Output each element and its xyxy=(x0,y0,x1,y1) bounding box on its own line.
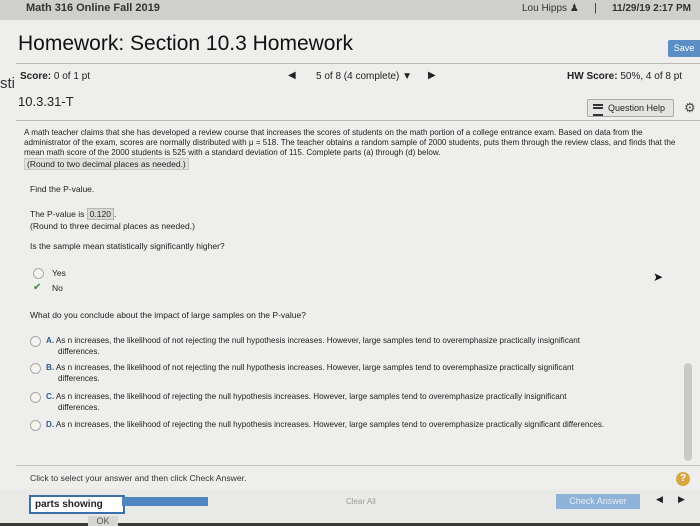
mouse-cursor-icon: ➤ xyxy=(653,270,664,284)
conclude-question: What do you conclude about the impact of… xyxy=(30,310,306,320)
pvalue-answer-box[interactable]: 0.120 xyxy=(86,208,114,220)
list-icon xyxy=(593,104,603,116)
hw-score: HW Score: 50%, 4 of 8 pt xyxy=(567,71,683,82)
save-button[interactable]: Save xyxy=(668,40,700,57)
question-id: 10.3.31-T xyxy=(18,94,74,109)
bottom-navigator: ◀ ▶ xyxy=(648,494,692,509)
question-help-button[interactable]: Question Help xyxy=(587,99,674,117)
parts-showing-button[interactable]: parts showing xyxy=(29,495,125,514)
page-title: Homework: Section 10.3 Homework xyxy=(18,32,353,55)
option-b-radio[interactable] xyxy=(30,363,41,374)
check-answer-button[interactable]: Check Answer xyxy=(556,494,640,509)
find-pvalue-text: Find the P-value. xyxy=(30,184,95,194)
problem-statement: A math teacher claims that she has devel… xyxy=(24,128,676,157)
question-selector[interactable]: 5 of 8 (4 complete) ▼ xyxy=(316,71,412,82)
yes-radio[interactable] xyxy=(33,268,44,279)
pvalue-line: The P-value is 0.120. xyxy=(30,208,117,220)
option-d[interactable]: D. As n increases, the likelihood of rej… xyxy=(46,419,686,430)
option-c[interactable]: C. As n increases, the likelihood of rej… xyxy=(46,391,686,413)
divider xyxy=(16,63,700,64)
scrollbar[interactable] xyxy=(684,363,692,461)
instruction-hint: Click to select your answer and then cli… xyxy=(30,473,247,483)
help-icon[interactable]: ? xyxy=(676,472,690,486)
prev-button[interactable]: ◀ xyxy=(656,494,663,505)
option-b[interactable]: B. As n increases, the likelihood of not… xyxy=(46,362,686,384)
option-d-radio[interactable] xyxy=(30,420,41,431)
browser-header-bar: Math 316 Online Fall 2019 Lou Hipps ♟ | … xyxy=(0,0,700,21)
prev-question-button[interactable]: ◀ xyxy=(288,70,296,81)
question-navigator: ◀ 5 of 8 (4 complete) ▼ ▶ xyxy=(288,70,438,86)
significance-question: Is the sample mean statistically signifi… xyxy=(30,241,225,251)
header-datetime: 11/29/19 2:17 PM xyxy=(612,3,691,14)
user-name[interactable]: Lou Hipps ♟ xyxy=(522,3,579,14)
no-label: No xyxy=(52,283,63,293)
score-display: Score: 0 of 1 pt xyxy=(20,71,91,82)
chevron-down-icon: ▼ xyxy=(402,71,413,82)
round-note-box: (Round to two decimal places as needed.) xyxy=(24,158,189,170)
homework-page: Homework: Section 10.3 Homework Save sti… xyxy=(0,20,700,526)
user-icon: ♟ xyxy=(569,3,579,14)
option-c-radio[interactable] xyxy=(30,392,41,403)
course-title: Math 316 Online Fall 2019 xyxy=(26,2,160,14)
option-a-radio[interactable] xyxy=(30,336,41,347)
divider xyxy=(16,465,700,466)
next-question-button[interactable]: ▶ xyxy=(428,70,436,81)
round-note-three: (Round to three decimal places as needed… xyxy=(30,221,195,231)
left-edge-text: sti xyxy=(0,75,15,92)
checkmark-icon[interactable]: ✔ xyxy=(33,282,41,293)
option-a[interactable]: A. As n increases, the likelihood of not… xyxy=(46,335,686,357)
ok-button[interactable]: OK xyxy=(88,516,118,526)
clear-all-button[interactable]: Clear All xyxy=(346,497,376,506)
header-separator: | xyxy=(594,2,597,14)
divider xyxy=(16,120,700,121)
gear-icon[interactable]: ⚙ xyxy=(684,100,696,116)
yes-label: Yes xyxy=(52,268,66,278)
next-button[interactable]: ▶ xyxy=(678,494,685,505)
bottom-toolbar: parts showing Clear All Check Answer ◀ ▶… xyxy=(0,489,700,526)
parts-progress-bar xyxy=(122,497,208,506)
